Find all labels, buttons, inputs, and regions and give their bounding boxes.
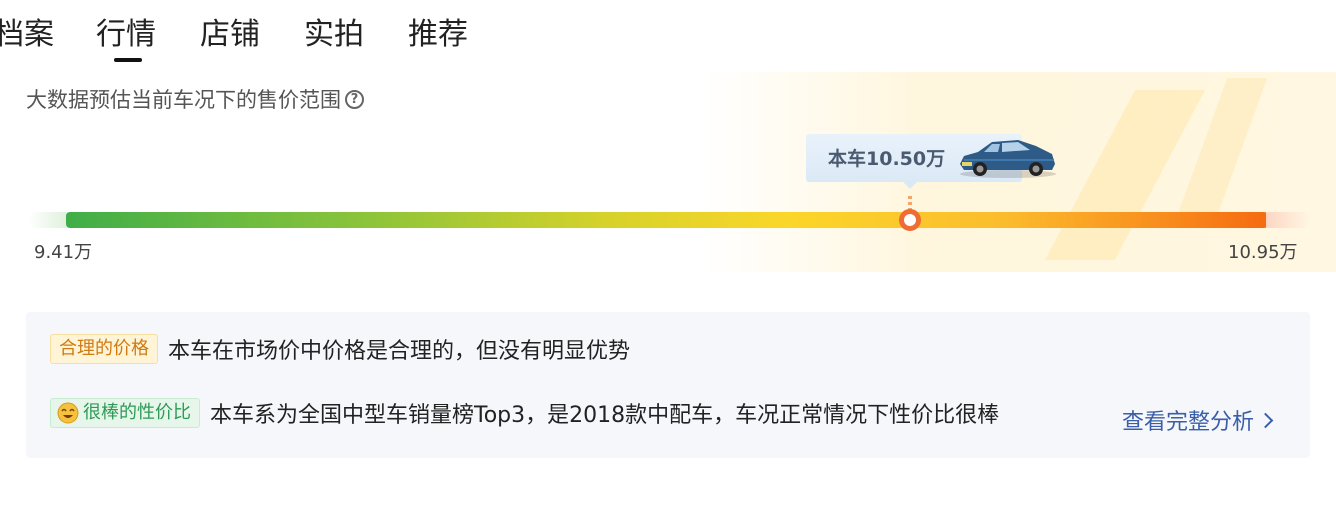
tab-bar: 档案 行情 店铺 实拍 推荐 <box>0 14 600 64</box>
price-range-panel: 大数据预估当前车况下的售价范围 ? 本车10.50万 9.41万 10.95万 <box>0 72 1336 272</box>
subtitle-text: 大数据预估当前车况下的售价范围 <box>26 88 341 112</box>
great-value-badge-label: 很棒的性价比 <box>83 402 191 423</box>
tab-shop[interactable]: 店铺 <box>200 14 260 56</box>
analysis-text: 本车在市场价中价格是合理的，但没有明显优势 <box>168 339 631 364</box>
tab-archive[interactable]: 档案 <box>0 14 54 56</box>
tooltip-arrow <box>903 182 917 189</box>
chevron-right-icon <box>1257 412 1274 428</box>
marker-connector <box>908 196 912 210</box>
analysis-row: 很棒的性价比 本车系为全国中型车销量榜Top3，是2018款中配车，车况正常情况… <box>50 396 999 430</box>
max-price-label: 10.95万 <box>1228 242 1298 263</box>
car-image <box>960 140 1056 178</box>
view-full-analysis-link[interactable]: 查看完整分析 <box>1122 404 1274 436</box>
tab-market[interactable]: 行情 <box>96 14 156 56</box>
min-price-label: 9.41万 <box>34 242 93 263</box>
price-track-end <box>1266 212 1310 228</box>
view-full-analysis-label: 查看完整分析 <box>1122 410 1255 435</box>
current-price-marker <box>899 209 921 231</box>
active-tab-indicator <box>114 58 142 62</box>
smile-face-icon <box>57 402 79 424</box>
price-range-subtitle: 大数据预估当前车况下的售价范围 ? <box>26 84 364 114</box>
price-analysis-card: 合理的价格 本车在市场价中价格是合理的，但没有明显优势 很棒的性价比 本车系为全… <box>26 312 1310 458</box>
price-track-start <box>28 212 68 228</box>
tab-photos[interactable]: 实拍 <box>304 14 364 56</box>
great-value-badge: 很棒的性价比 <box>50 398 200 428</box>
analysis-text: 本车系为全国中型车销量榜Top3，是2018款中配车，车况正常情况下性价比很棒 <box>210 403 1000 428</box>
reasonable-price-badge: 合理的价格 <box>50 334 158 364</box>
price-range-track <box>66 212 1268 228</box>
analysis-row: 合理的价格 本车在市场价中价格是合理的，但没有明显优势 <box>50 332 630 366</box>
tab-recommend[interactable]: 推荐 <box>408 14 468 56</box>
question-circle-icon[interactable]: ? <box>345 89 364 109</box>
current-price-label: 本车10.50万 <box>828 148 946 170</box>
